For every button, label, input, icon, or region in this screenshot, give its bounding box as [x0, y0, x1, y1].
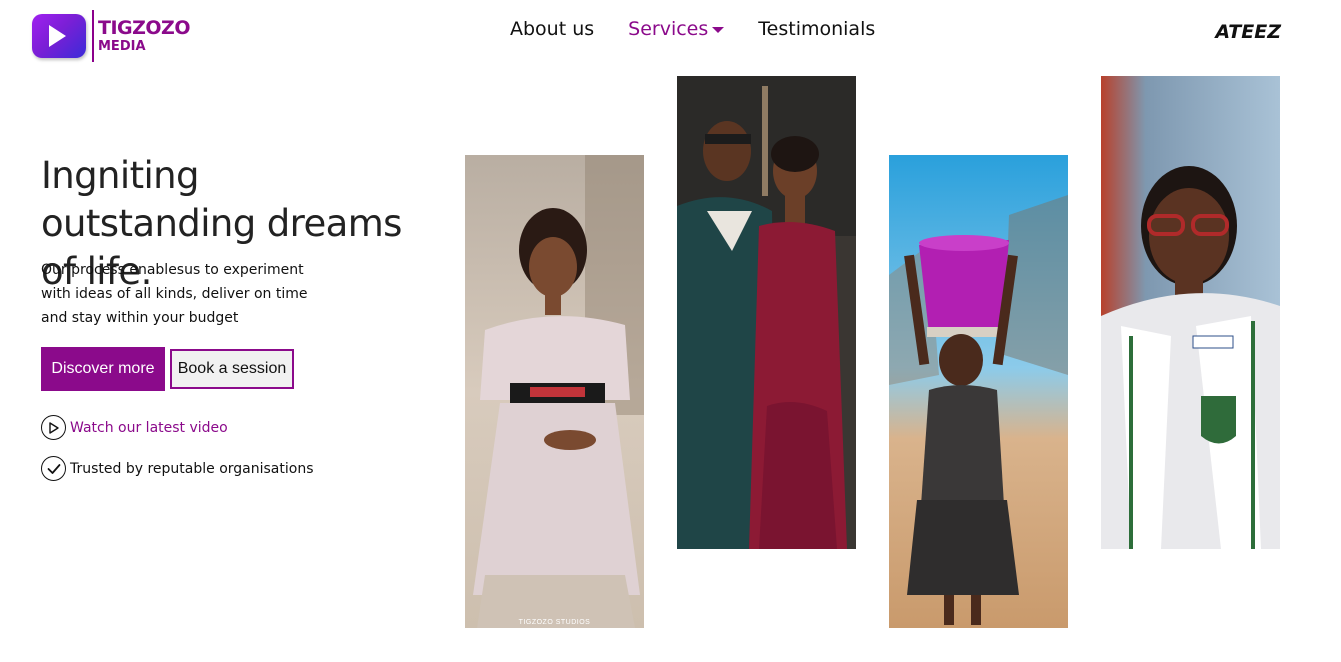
- watch-video-label: Watch our latest video: [70, 419, 228, 436]
- logo[interactable]: TIGZOZO MEDIA: [32, 10, 190, 62]
- discover-more-button[interactable]: Discover more: [41, 347, 165, 391]
- nav-testimonials[interactable]: Testimonials: [758, 18, 875, 40]
- play-circle-icon: [41, 415, 66, 440]
- logo-text: TIGZOZO MEDIA: [98, 17, 190, 54]
- nav-about-us-label: About us: [510, 18, 595, 40]
- gallery-photo-student: [1101, 76, 1280, 549]
- nav-services-label: Services: [628, 18, 709, 40]
- nav-about-us[interactable]: About us: [510, 18, 594, 40]
- book-session-button[interactable]: Book a session: [170, 349, 294, 389]
- logo-divider: [92, 10, 94, 62]
- hero-subtext: Our process enablesus to experiment with…: [41, 262, 308, 326]
- caret-down-icon: [712, 26, 725, 33]
- main-nav: About us Services Testimonials: [510, 18, 909, 40]
- logo-line1: TIGZOZO: [98, 17, 190, 39]
- photo-caption: TIGZOZO STUDIOS: [518, 619, 591, 626]
- watch-video-link[interactable]: Watch our latest video: [41, 415, 228, 440]
- trust-label: Trusted by reputable organisations: [70, 460, 314, 477]
- check-circle-icon: [41, 456, 66, 481]
- gallery-photo-girl-bucket: [889, 155, 1068, 628]
- trust-row: Trusted by reputable organisations: [41, 456, 314, 481]
- gallery-photo-woman-dress: TIGZOZO STUDIOS: [465, 155, 644, 628]
- nav-testimonials-label: Testimonials: [758, 18, 876, 40]
- logo-play-icon: [32, 14, 86, 58]
- gallery-photo-couple: [677, 76, 856, 549]
- nav-services[interactable]: Services: [628, 18, 725, 40]
- logo-line2: MEDIA: [98, 39, 146, 54]
- brand-right[interactable]: ATEEZ: [1215, 21, 1281, 43]
